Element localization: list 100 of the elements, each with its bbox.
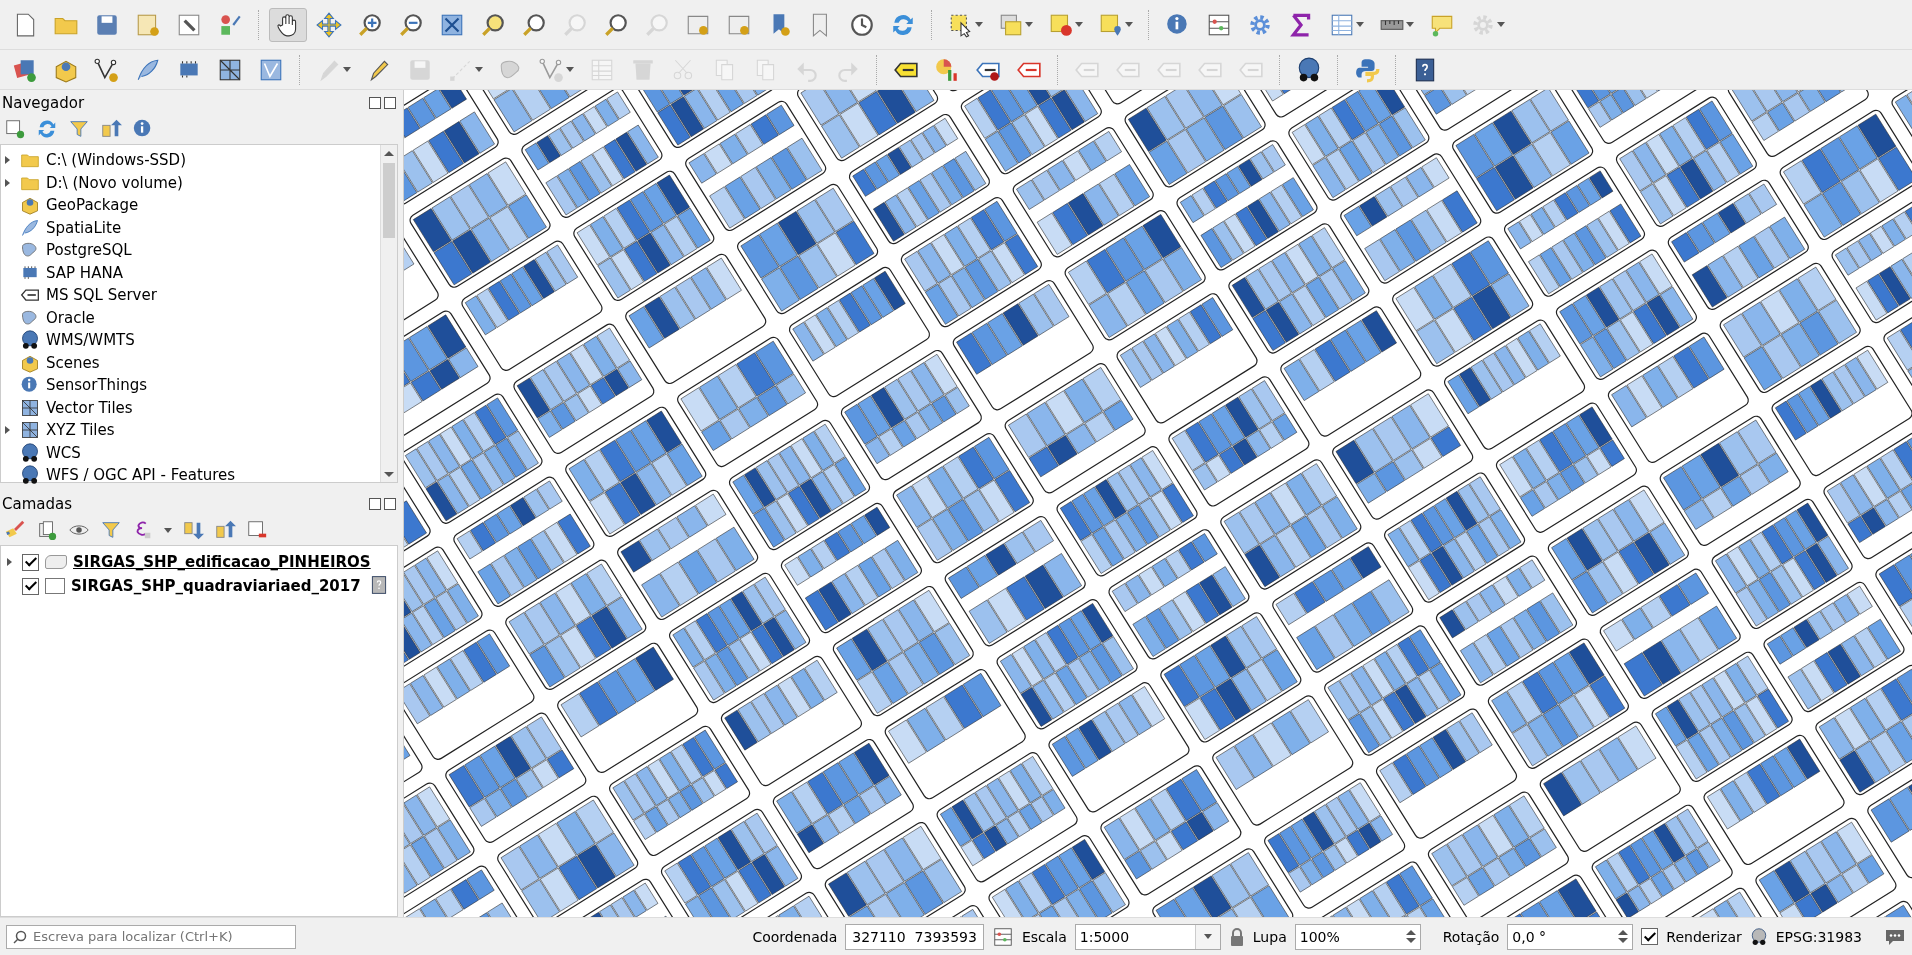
browser-item[interactable]: XYZ Tiles: [1, 419, 380, 442]
browser-item[interactable]: SAP HANA: [1, 261, 380, 284]
panel-title: Camadas: [2, 495, 72, 513]
magnifier-icon: [644, 11, 670, 38]
globe-icon: [20, 465, 40, 486]
caret-icon: [1356, 22, 1364, 27]
item-label: WMS/WMTS: [46, 331, 135, 350]
item-label: D:\ (Novo volume): [46, 173, 183, 192]
layer-item[interactable]: SIRGAS_SHP_edificacao_PINHEIROS: [1, 550, 397, 574]
box-globe-icon: [20, 195, 40, 216]
item-label: GeoPackage: [46, 196, 139, 215]
checkbox[interactable]: [22, 553, 39, 571]
checkbox[interactable]: [22, 577, 39, 595]
zoom-out-icon: [398, 11, 424, 38]
magnifier-label: Lupa: [1252, 928, 1287, 945]
item-label: PostgreSQL: [46, 241, 132, 260]
grid-icon: [20, 397, 40, 418]
caret-icon: [1125, 22, 1133, 27]
render-checkbox[interactable]: [1641, 928, 1659, 945]
lock-icon[interactable]: [1228, 926, 1245, 947]
browser-item[interactable]: D:\ (Novo volume): [1, 171, 380, 194]
globe-icon: [20, 442, 40, 463]
filter-icon: [68, 118, 90, 140]
caret-icon: [1075, 22, 1083, 27]
caret-icon: [343, 67, 351, 72]
question-icon: [369, 574, 389, 595]
float-button[interactable]: [369, 498, 381, 510]
item-label: C:\ (Windows-SSD): [46, 151, 187, 170]
magnifier-icon: [521, 11, 547, 38]
caret-icon: [1406, 22, 1414, 27]
browser-item[interactable]: MS SQL Server: [1, 284, 380, 307]
python-icon: [1354, 56, 1380, 83]
caret-icon: [1497, 22, 1505, 27]
close-button[interactable]: [384, 97, 396, 109]
zoom-in-icon: [357, 11, 383, 38]
browser-item[interactable]: SensorThings: [1, 374, 380, 397]
item-label: Oracle: [46, 308, 95, 327]
magnifier-icon: [480, 11, 506, 38]
browser-item[interactable]: Scenes: [1, 351, 380, 374]
expand-arrow-icon[interactable]: [5, 426, 10, 435]
coordinate-field[interactable]: 327110 7393593: [845, 923, 984, 950]
item-label: Scenes: [46, 353, 100, 372]
close-button[interactable]: [384, 498, 396, 510]
expand-all-icon: [182, 519, 204, 541]
browser-item[interactable]: C:\ (Windows-SSD): [1, 149, 380, 172]
float-button[interactable]: [369, 97, 381, 109]
collapse-icon: [100, 118, 122, 140]
browser-item[interactable]: GeoPackage: [1, 194, 380, 217]
expand-arrow-icon[interactable]: [7, 558, 12, 566]
scale-label: Escala: [1021, 928, 1067, 945]
caret-icon: [475, 67, 483, 72]
caret-icon: [1025, 22, 1033, 27]
browser-item[interactable]: PostgreSQL: [1, 239, 380, 262]
item-label: Vector Tiles: [46, 398, 133, 417]
clock-icon: [849, 11, 875, 38]
caret-icon: [975, 22, 983, 27]
vertex-tool-icon: [539, 56, 565, 83]
caret-icon: [164, 527, 172, 533]
crs-label[interactable]: EPSG:31983: [1775, 928, 1862, 945]
browser-item[interactable]: Oracle: [1, 306, 380, 329]
expand-arrow-icon[interactable]: [5, 178, 10, 187]
magnifier-icon: [562, 11, 588, 38]
coordinate-label: Coordenada: [752, 928, 838, 945]
search-field[interactable]: Escreva para localizar (Ctrl+K): [6, 924, 296, 949]
item-label: WFS / OGC API - Features: [46, 466, 236, 485]
item-label: SensorThings: [46, 376, 148, 395]
map-drawing[interactable]: [404, 90, 1912, 917]
expand-arrow-icon[interactable]: [5, 156, 10, 165]
browser-item[interactable]: SpatiaLite: [1, 216, 380, 239]
item-label: MS SQL Server: [46, 286, 157, 305]
globe-icon: [1749, 927, 1768, 946]
scale-combo[interactable]: 1:5000: [1074, 923, 1221, 950]
move-arrows-icon: [316, 11, 342, 38]
render-label: Renderizar: [1666, 928, 1742, 945]
add-group-icon: [36, 519, 58, 541]
toolbar-button[interactable]: [269, 7, 307, 42]
vertex-line-icon: [94, 56, 120, 83]
item-label: SpatiaLite: [46, 218, 122, 237]
rotation-spinbox[interactable]: 0,0 °: [1507, 923, 1634, 950]
refresh-icon: [36, 118, 58, 140]
polygon-symbol-icon: [45, 555, 67, 569]
add-square-icon: [4, 118, 26, 140]
layer-name: SIRGAS_SHP_edificacao_PINHEIROS: [73, 553, 371, 571]
caret-icon: [566, 67, 574, 72]
item-label: XYZ Tiles: [46, 421, 115, 440]
filter-icon: [100, 519, 122, 541]
browser-item[interactable]: WMS/WMTS: [1, 329, 380, 352]
magnifier-icon: [603, 11, 629, 38]
grid-icon: [20, 420, 40, 441]
square-symbol-icon: [45, 578, 65, 594]
browser-item[interactable]: WFS / OGC API - Features: [1, 464, 380, 487]
browser-item[interactable]: WCS: [1, 441, 380, 464]
collapse-all-icon: [214, 519, 236, 541]
browser-item[interactable]: Vector Tiles: [1, 396, 380, 419]
feather-icon: [20, 217, 40, 238]
panel-title: Navegador: [2, 94, 85, 112]
scrollbar[interactable]: [380, 145, 397, 482]
layer-item[interactable]: SIRGAS_SHP_quadraviariaed_2017: [1, 574, 397, 598]
magnifier-spinbox[interactable]: 100%: [1294, 923, 1421, 950]
rotation-label: Rotação: [1442, 928, 1500, 945]
